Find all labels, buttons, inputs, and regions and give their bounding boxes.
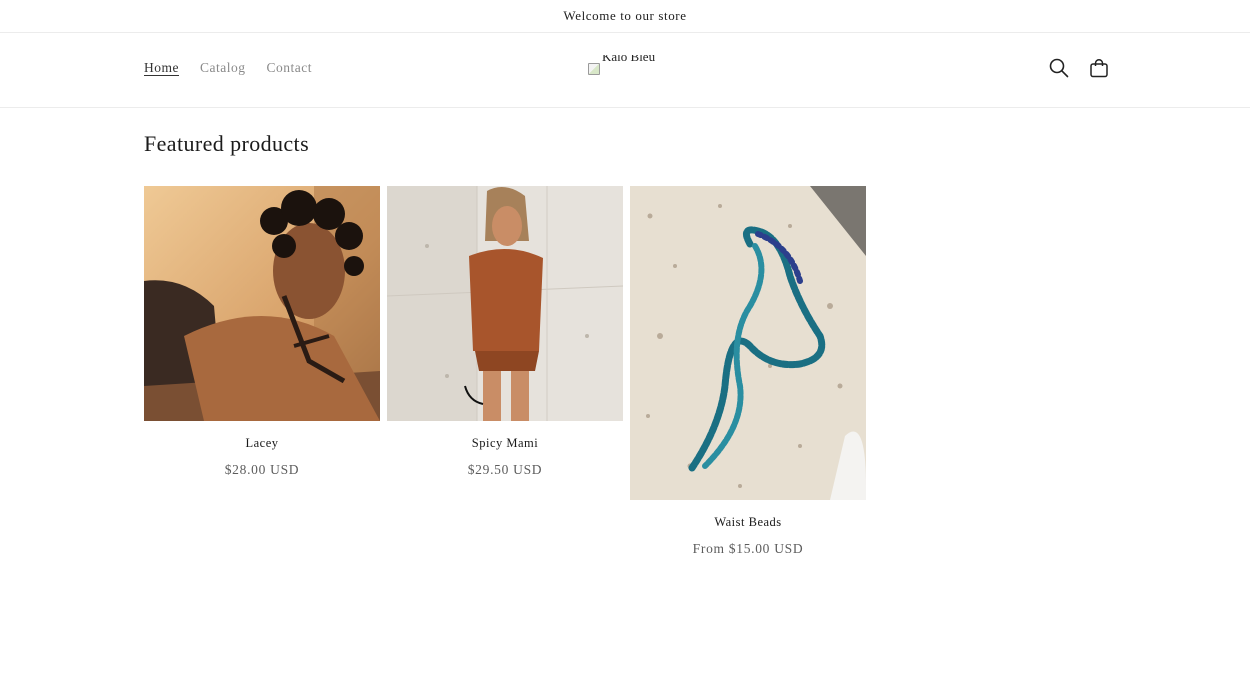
- product-price-lacey: $28.00 USD: [224, 462, 300, 477]
- logo-alt-text: Kalo Bleu: [602, 55, 656, 64]
- product-title-spicy-mami[interactable]: Spicy Mami: [387, 436, 623, 451]
- nav-catalog-link[interactable]: Catalog: [200, 60, 246, 76]
- broken-image-icon: [588, 63, 600, 75]
- store-logo[interactable]: Kalo Bleu: [588, 55, 678, 79]
- product-grid: Lacey $28.00 USD Spicy Mami $29.50 USD W…: [144, 186, 866, 557]
- product-image-lacey[interactable]: [144, 186, 380, 421]
- announcement-bar: Welcome to our store: [0, 0, 1250, 33]
- main-nav: Home Catalog Contact: [144, 60, 312, 76]
- product-price-waist-beads: From $15.00 USD: [692, 541, 804, 556]
- product-card-waist-beads[interactable]: Waist Beads From $15.00 USD: [630, 186, 866, 557]
- header-icons: [1048, 57, 1110, 79]
- product-image-spicy-mami[interactable]: [387, 186, 623, 421]
- site-header: Home Catalog Contact Kalo Bleu: [0, 33, 1250, 108]
- product-image-waist-beads[interactable]: [630, 186, 866, 500]
- product-card-lacey[interactable]: Lacey $28.00 USD: [144, 186, 380, 478]
- cart-button[interactable]: [1088, 57, 1110, 79]
- product-title-lacey[interactable]: Lacey: [144, 436, 380, 451]
- product-title-waist-beads[interactable]: Waist Beads: [630, 515, 866, 530]
- search-button[interactable]: [1048, 57, 1070, 79]
- featured-products-heading: Featured products: [144, 131, 310, 156]
- nav-contact-link[interactable]: Contact: [267, 60, 313, 76]
- product-card-spicy-mami[interactable]: Spicy Mami $29.50 USD: [387, 186, 623, 478]
- announcement-text: Welcome to our store: [563, 8, 687, 23]
- cart-icon: [1090, 58, 1108, 78]
- search-icon: [1049, 58, 1069, 78]
- product-price-spicy-mami: $29.50 USD: [467, 462, 543, 477]
- nav-home-link[interactable]: Home: [144, 60, 179, 76]
